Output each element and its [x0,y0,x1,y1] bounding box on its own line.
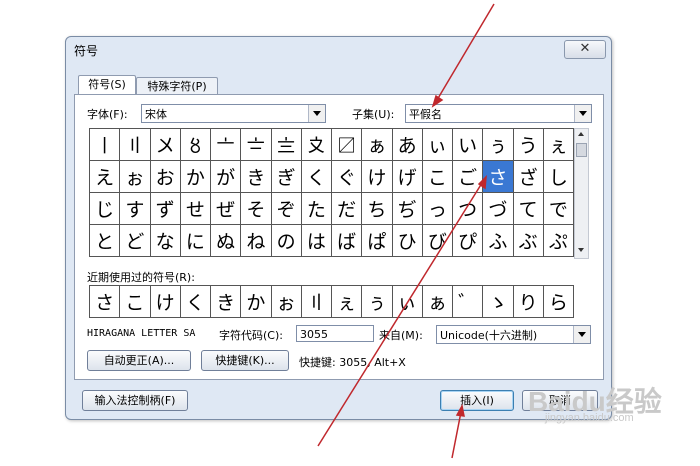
arrow-head-subset [431,94,444,108]
arrow-to-insert [451,411,462,459]
arrow-to-selected-symbol [317,182,483,447]
arrow-to-subset [436,3,495,101]
arrow-head-insert [455,403,465,417]
baidu-watermark-url: jingyan.baidu.com [545,412,634,424]
